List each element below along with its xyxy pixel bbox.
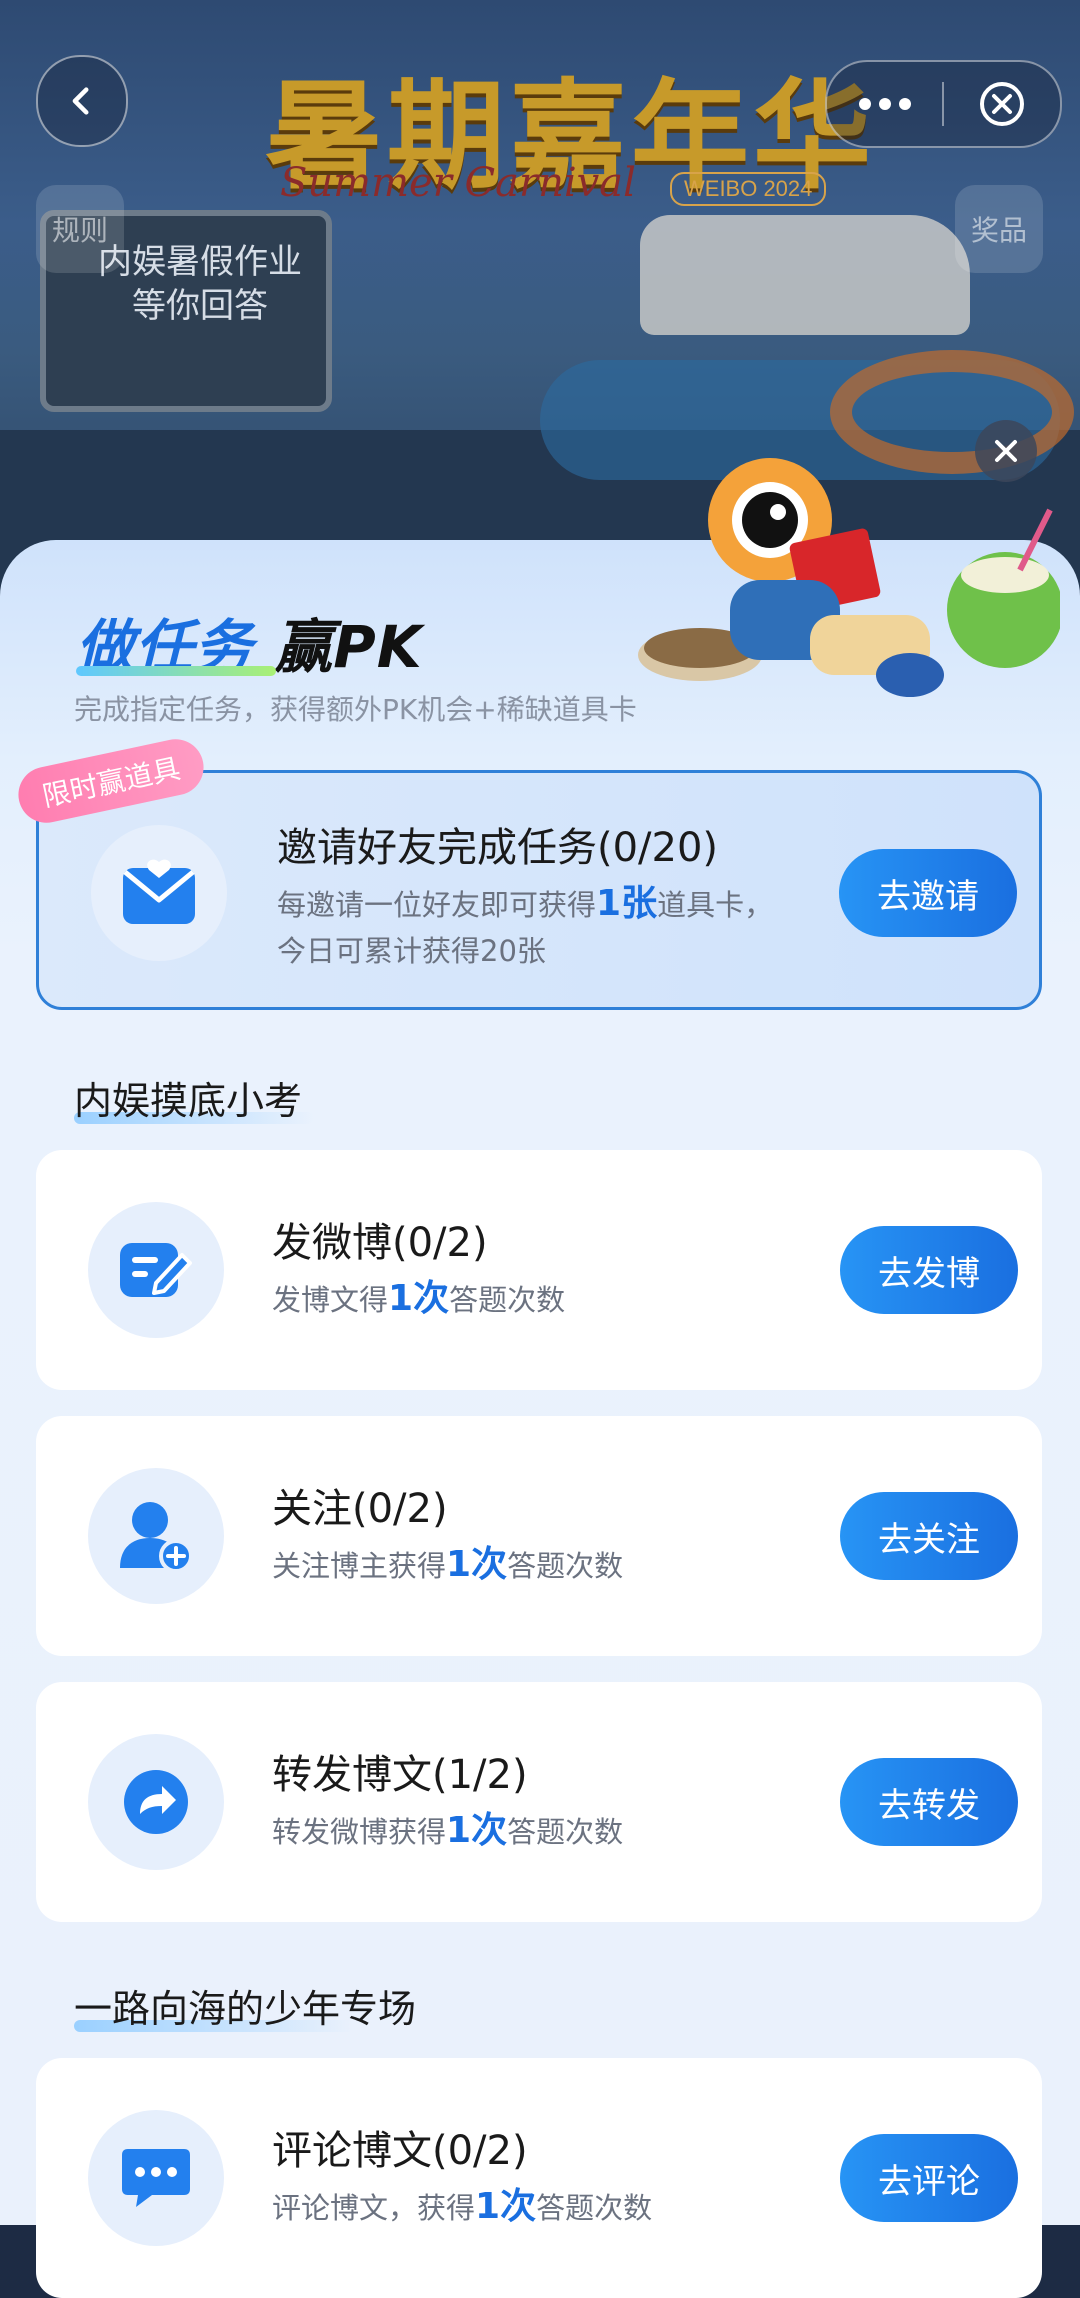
task-icon-wrap [88,1734,224,1870]
invite-description: 每邀请一位好友即可获得1张道具卡， 今日可累计获得20张 [277,881,773,974]
task-description: 关注博主获得1次答题次数 [272,1542,623,1589]
mini-program-capsule [825,60,1062,148]
invite-desc-pre: 每邀请一位好友即可获得 [277,888,597,922]
edit-icon [120,1243,192,1297]
invite-icon-wrap [91,825,227,961]
task-card-repost: 转发博文(1/2) 转发微博获得1次答题次数 去转发 [36,1682,1042,1922]
task-title: 发微博(0/2) [272,1220,488,1266]
task-title: 评论博文(0/2) [272,2128,528,2174]
task-title: 转发博文(1/2) [272,1752,528,1798]
chevron-left-icon [72,87,89,115]
prizes-label: 奖品 [970,214,1027,247]
task-desc-post: 答题次数 [507,1815,624,1849]
sheet-title-part2: 赢PK [274,613,423,681]
comment-button[interactable]: 去评论 [840,2134,1018,2222]
limited-time-ribbon: 限时赢道具 [13,734,209,828]
task-desc-post: 答题次数 [449,1283,566,1317]
section-heading: 一路向海的少年专场 [74,1987,417,2031]
task-icon-wrap [88,2110,224,2246]
task-title: 关注(0/2) [272,1486,448,1532]
task-description: 评论博文，获得1次答题次数 [272,2184,652,2231]
add-user-icon [120,1502,193,1573]
task-desc-num: 1次 [446,1544,508,1585]
exit-button[interactable] [944,80,1059,128]
invite-desc-line2: 今日可累计获得20张 [277,934,546,968]
task-description: 发博文得1次答题次数 [272,1276,565,1323]
mascot-illustration [638,458,1060,697]
follow-button[interactable]: 去关注 [840,1492,1018,1580]
share-arrow-icon [124,1770,188,1834]
rules-button[interactable]: 规则 [36,185,124,273]
task-desc-post: 答题次数 [507,1549,624,1583]
task-desc-num: 1次 [388,1278,450,1319]
task-desc-pre: 关注博主获得 [272,1549,447,1583]
task-sheet: 做任务 赢PK 完成指定任务，获得额外PK机会+稀缺道具卡 限时赢道具 邀请好友… [0,540,1080,2298]
more-button[interactable] [827,96,942,112]
comment-icon [122,2149,190,2207]
task-icon-wrap [88,1468,224,1604]
invite-task-card: 限时赢道具 邀请好友完成任务(0/20) 每邀请一位好友即可获得1张道具卡， 今… [13,734,1042,1010]
task-card-post: 发微博(0/2) 发博文得1次答题次数 去发博 [36,1150,1042,1390]
close-circle-icon [979,82,1024,126]
close-icon [995,440,1017,462]
task-desc-pre: 发博文得 [272,1283,389,1317]
rules-label: 规则 [51,214,108,247]
task-desc-pre: 评论博文，获得 [272,2191,476,2225]
sheet-subtitle: 完成指定任务，获得额外PK机会+稀缺道具卡 [74,693,637,726]
task-icon-wrap [88,1202,224,1338]
invite-desc-post: 道具卡， [657,888,774,922]
invite-desc-num: 1张 [596,883,658,924]
task-card-comment: 评论博文(0/2) 评论博文，获得1次答题次数 去评论 [36,2058,1042,2298]
back-button[interactable] [36,55,128,147]
more-dots-icon [858,98,911,110]
envelope-heart-icon [123,859,195,924]
banner-car [640,215,970,335]
repost-button[interactable]: 去转发 [840,1758,1018,1846]
task-card-follow: 关注(0/2) 关注博主获得1次答题次数 去关注 [36,1416,1042,1656]
task-desc-num: 1次 [475,2186,537,2227]
invite-button[interactable]: 去邀请 [839,849,1017,937]
prizes-button[interactable]: 奖品 [955,185,1043,273]
banner-year-badge: WEIBO 2024 [670,172,827,206]
section-heading: 内娱摸底小考 [74,1079,303,1123]
task-desc-pre: 转发微博获得 [272,1815,447,1849]
task-desc-post: 答题次数 [536,2191,653,2225]
sheet-close-button[interactable] [975,420,1037,482]
task-desc-num: 1次 [446,1810,508,1851]
invite-title: 邀请好友完成任务(0/20) [277,825,719,871]
title-underline [76,666,276,676]
post-weibo-button[interactable]: 去发博 [840,1226,1018,1314]
banner-subtitle: Summer Carnival [280,160,636,206]
task-description: 转发微博获得1次答题次数 [272,1808,623,1855]
